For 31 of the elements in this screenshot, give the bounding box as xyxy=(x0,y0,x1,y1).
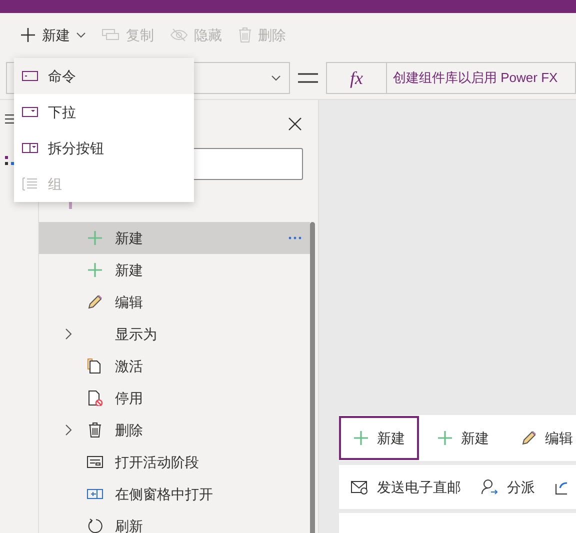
menu-item[interactable]: 拆分按钮 xyxy=(14,130,194,166)
fx-label: fx xyxy=(327,63,387,93)
tree-item[interactable]: 编辑 xyxy=(39,286,310,318)
tree-item-label: 停用 xyxy=(115,388,144,408)
menu-item[interactable]: 下拉 xyxy=(14,94,194,130)
tree-item-label: 删除 xyxy=(115,420,144,440)
tree-item[interactable]: 删除 xyxy=(39,414,310,446)
tree-item-label: 刷新 xyxy=(115,516,144,533)
tree-item[interactable]: 显示为 xyxy=(39,318,310,350)
formula-text: 创建组件库以启用 Power FX xyxy=(392,69,558,88)
tree-item[interactable]: 新建 xyxy=(39,254,310,286)
tree-item-label: 显示为 xyxy=(115,324,158,344)
preview-command-button[interactable]: 发送电子直邮 xyxy=(351,476,461,498)
tree-item-label: 新建 xyxy=(115,260,144,280)
tree-item[interactable]: 停用 xyxy=(39,382,310,414)
tree-item[interactable]: 激活 xyxy=(39,350,310,382)
new-menu-button[interactable]: 新建 xyxy=(20,24,86,46)
tree-item-label: 激活 xyxy=(115,356,144,376)
menu-item[interactable]: 命令 xyxy=(14,58,194,94)
tree-item[interactable]: 在侧窗格中打开 xyxy=(39,478,310,510)
tree-item-label: 打开活动阶段 xyxy=(115,452,200,472)
preview-command-button[interactable]: 新建 xyxy=(339,416,419,460)
tree-item[interactable]: 打开活动阶段 xyxy=(39,446,310,478)
preview-command-button[interactable]: 分派 xyxy=(481,476,535,498)
tree-item[interactable]: 新建 xyxy=(39,222,310,254)
tree-item-label: 在侧窗格中打开 xyxy=(115,484,214,504)
preview-command-button[interactable]: 新建 xyxy=(423,416,503,460)
tree-item-label: 新建 xyxy=(115,228,144,248)
preview-command-button[interactable]: 编辑 xyxy=(507,416,576,460)
tree-item-label: 编辑 xyxy=(115,292,144,312)
tree-item[interactable]: 刷新 xyxy=(39,510,310,533)
